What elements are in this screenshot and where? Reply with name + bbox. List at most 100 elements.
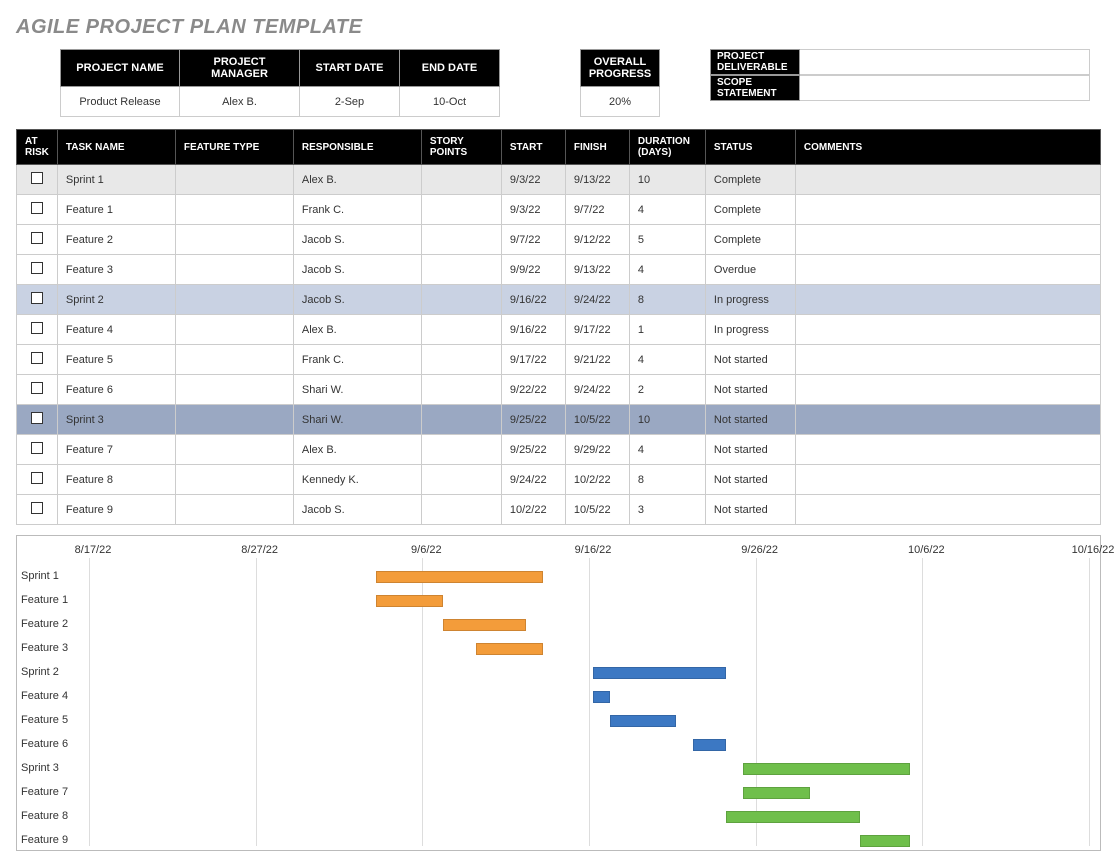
- cell-start[interactable]: 9/3/22: [501, 195, 565, 225]
- cell-comments[interactable]: [795, 345, 1100, 375]
- at-risk-checkbox[interactable]: [17, 435, 58, 465]
- cell-finish[interactable]: 9/17/22: [565, 315, 629, 345]
- cell-status[interactable]: Not started: [705, 345, 795, 375]
- cell-task[interactable]: Feature 5: [57, 345, 175, 375]
- cell-feature[interactable]: [175, 225, 293, 255]
- cell-duration[interactable]: 1: [629, 315, 705, 345]
- cell-feature[interactable]: [175, 345, 293, 375]
- at-risk-checkbox[interactable]: [17, 315, 58, 345]
- at-risk-checkbox[interactable]: [17, 255, 58, 285]
- cell-duration[interactable]: 10: [629, 405, 705, 435]
- cell-comments[interactable]: [795, 495, 1100, 525]
- cell-duration[interactable]: 4: [629, 435, 705, 465]
- cell-duration[interactable]: 8: [629, 285, 705, 315]
- cell-story[interactable]: [421, 465, 501, 495]
- cell-start[interactable]: 9/16/22: [501, 315, 565, 345]
- cell-finish[interactable]: 10/2/22: [565, 465, 629, 495]
- cell-duration[interactable]: 3: [629, 495, 705, 525]
- cell-comments[interactable]: [795, 285, 1100, 315]
- cell-start[interactable]: 9/25/22: [501, 405, 565, 435]
- cell-responsible[interactable]: Jacob S.: [293, 495, 421, 525]
- cell-duration[interactable]: 10: [629, 165, 705, 195]
- cell-status[interactable]: Not started: [705, 495, 795, 525]
- cell-duration[interactable]: 8: [629, 465, 705, 495]
- at-risk-checkbox[interactable]: [17, 165, 58, 195]
- cell-start[interactable]: 9/17/22: [501, 345, 565, 375]
- cell-finish[interactable]: 9/24/22: [565, 375, 629, 405]
- cell-comments[interactable]: [795, 165, 1100, 195]
- cell-start[interactable]: 9/25/22: [501, 435, 565, 465]
- cell-status[interactable]: In progress: [705, 285, 795, 315]
- cell-responsible[interactable]: Alex B.: [293, 435, 421, 465]
- cell-story[interactable]: [421, 165, 501, 195]
- cell-responsible[interactable]: Frank C.: [293, 195, 421, 225]
- cell-task[interactable]: Feature 2: [57, 225, 175, 255]
- cell-status[interactable]: Not started: [705, 375, 795, 405]
- cell-comments[interactable]: [795, 315, 1100, 345]
- cell-duration[interactable]: 4: [629, 345, 705, 375]
- cell-story[interactable]: [421, 435, 501, 465]
- cell-duration[interactable]: 4: [629, 195, 705, 225]
- cell-status[interactable]: Complete: [705, 165, 795, 195]
- cell-task[interactable]: Sprint 3: [57, 405, 175, 435]
- cell-story[interactable]: [421, 195, 501, 225]
- cell-responsible[interactable]: Kennedy K.: [293, 465, 421, 495]
- cell-finish[interactable]: 9/7/22: [565, 195, 629, 225]
- cell-status[interactable]: Not started: [705, 405, 795, 435]
- cell-start[interactable]: 9/3/22: [501, 165, 565, 195]
- cell-feature[interactable]: [175, 465, 293, 495]
- cell-finish[interactable]: 10/5/22: [565, 495, 629, 525]
- cell-task[interactable]: Feature 3: [57, 255, 175, 285]
- cell-task[interactable]: Feature 9: [57, 495, 175, 525]
- cell-responsible[interactable]: Jacob S.: [293, 225, 421, 255]
- cell-story[interactable]: [421, 285, 501, 315]
- cell-status[interactable]: Not started: [705, 465, 795, 495]
- cell-status[interactable]: Overdue: [705, 255, 795, 285]
- cell-task[interactable]: Feature 6: [57, 375, 175, 405]
- cell-comments[interactable]: [795, 465, 1100, 495]
- cell-task[interactable]: Feature 1: [57, 195, 175, 225]
- at-risk-checkbox[interactable]: [17, 405, 58, 435]
- cell-story[interactable]: [421, 495, 501, 525]
- cell-story[interactable]: [421, 255, 501, 285]
- value-deliverable[interactable]: [800, 49, 1090, 75]
- value-project-name[interactable]: Product Release: [60, 87, 180, 117]
- cell-start[interactable]: 9/22/22: [501, 375, 565, 405]
- cell-comments[interactable]: [795, 405, 1100, 435]
- cell-comments[interactable]: [795, 435, 1100, 465]
- cell-story[interactable]: [421, 375, 501, 405]
- at-risk-checkbox[interactable]: [17, 465, 58, 495]
- cell-task[interactable]: Sprint 2: [57, 285, 175, 315]
- cell-start[interactable]: 10/2/22: [501, 495, 565, 525]
- at-risk-checkbox[interactable]: [17, 225, 58, 255]
- cell-start[interactable]: 9/7/22: [501, 225, 565, 255]
- cell-feature[interactable]: [175, 285, 293, 315]
- cell-duration[interactable]: 2: [629, 375, 705, 405]
- cell-task[interactable]: Feature 8: [57, 465, 175, 495]
- cell-feature[interactable]: [175, 195, 293, 225]
- cell-responsible[interactable]: Jacob S.: [293, 285, 421, 315]
- at-risk-checkbox[interactable]: [17, 495, 58, 525]
- cell-responsible[interactable]: Jacob S.: [293, 255, 421, 285]
- at-risk-checkbox[interactable]: [17, 375, 58, 405]
- cell-finish[interactable]: 9/12/22: [565, 225, 629, 255]
- cell-task[interactable]: Feature 4: [57, 315, 175, 345]
- cell-finish[interactable]: 9/21/22: [565, 345, 629, 375]
- cell-duration[interactable]: 5: [629, 225, 705, 255]
- cell-status[interactable]: Complete: [705, 195, 795, 225]
- cell-story[interactable]: [421, 315, 501, 345]
- cell-feature[interactable]: [175, 405, 293, 435]
- cell-story[interactable]: [421, 225, 501, 255]
- cell-story[interactable]: [421, 345, 501, 375]
- at-risk-checkbox[interactable]: [17, 195, 58, 225]
- cell-comments[interactable]: [795, 225, 1100, 255]
- cell-feature[interactable]: [175, 495, 293, 525]
- cell-feature[interactable]: [175, 315, 293, 345]
- cell-feature[interactable]: [175, 375, 293, 405]
- cell-task[interactable]: Sprint 1: [57, 165, 175, 195]
- cell-finish[interactable]: 10/5/22: [565, 405, 629, 435]
- cell-finish[interactable]: 9/24/22: [565, 285, 629, 315]
- value-scope[interactable]: [800, 75, 1090, 101]
- cell-responsible[interactable]: Shari W.: [293, 375, 421, 405]
- cell-responsible[interactable]: Shari W.: [293, 405, 421, 435]
